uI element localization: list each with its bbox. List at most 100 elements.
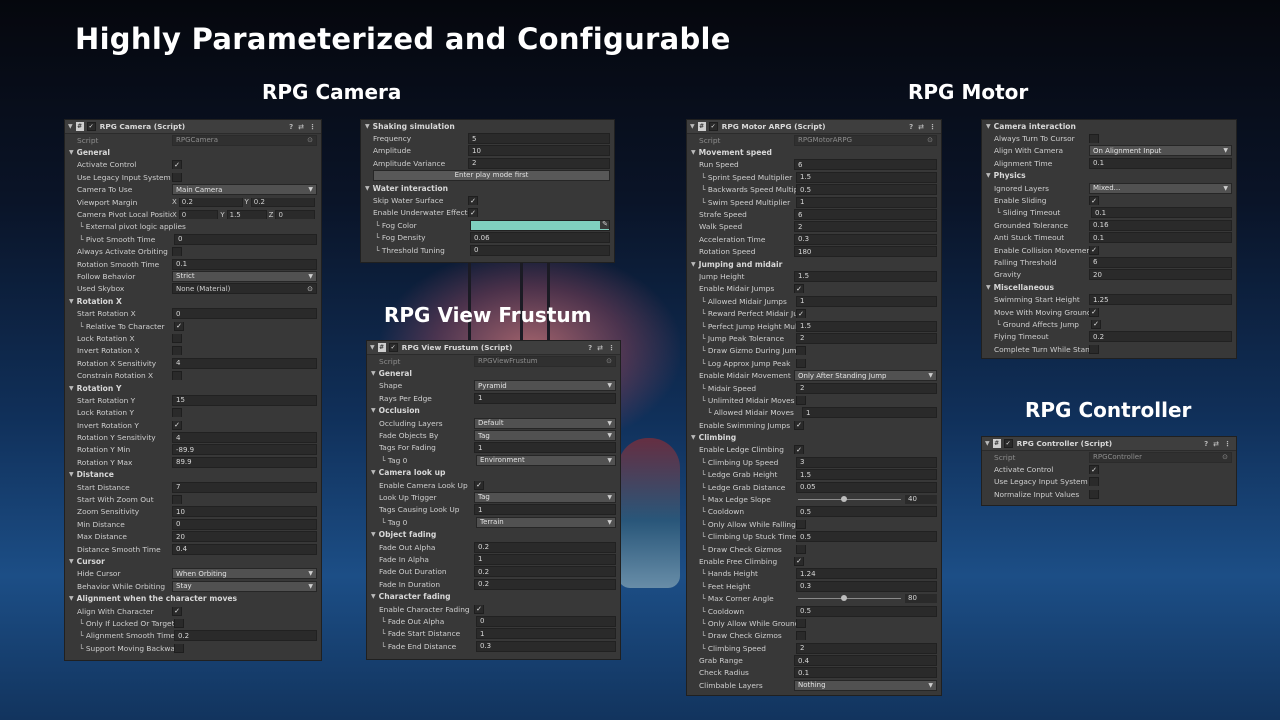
- min-distance-field[interactable]: 0: [172, 518, 317, 530]
- fade-in-alpha-field[interactable]: 1: [474, 553, 616, 565]
- align-with-camera-dropdown[interactable]: On Alignment Input ▼: [1089, 145, 1232, 157]
- foldout-group-cursor[interactable]: ▼ Cursor: [65, 555, 321, 567]
- behavior-while-orbiting-dropdown[interactable]: Stay ▼: [172, 580, 317, 592]
- climbing-up-stuck-time-field[interactable]: 0.5: [796, 531, 937, 543]
- foldout-group-physics[interactable]: ▼ Physics: [982, 170, 1236, 182]
- vector-input-y[interactable]: 1.5: [226, 210, 267, 220]
- enable-midair-movement-dropdown[interactable]: Only After Standing Jump ▼: [794, 370, 937, 382]
- foldout-group-water-interaction[interactable]: ▼ Water interaction: [361, 182, 614, 194]
- fade-in-duration-field[interactable]: 0.2: [474, 578, 616, 590]
- move-with-moving-ground-checkbox[interactable]: ✓: [1089, 307, 1099, 317]
- alignment-time-field[interactable]: 0.1: [1089, 157, 1232, 169]
- foldout-arrow-icon[interactable]: ▼: [69, 471, 74, 478]
- jump-peak-tolerance-field[interactable]: 2: [796, 332, 937, 344]
- foldout-group-alignment-when-the-character-moves[interactable]: ▼ Alignment when the character moves: [65, 592, 321, 604]
- only-allow-while-falling-checkbox[interactable]: [796, 519, 806, 529]
- threshold-tuning-field[interactable]: 0: [470, 244, 610, 256]
- camera-to-use-dropdown[interactable]: Main Camera ▼: [172, 184, 317, 196]
- start-rotation-x-field[interactable]: 0: [172, 308, 317, 320]
- alignment-smooth-time-field[interactable]: 0.2: [174, 630, 317, 642]
- only-allow-while-grounded-checkbox[interactable]: [796, 618, 806, 628]
- always-turn-to-cursor-checkbox[interactable]: [1089, 134, 1099, 144]
- foldout-arrow-icon[interactable]: ▼: [69, 149, 74, 156]
- foldout-group-character-fading[interactable]: ▼ Character fading: [367, 590, 620, 602]
- use-legacy-input-system-checkbox[interactable]: [172, 172, 182, 182]
- max-corner-angle-slider[interactable]: 80: [796, 594, 937, 604]
- walk-speed-field[interactable]: 2: [794, 221, 937, 233]
- acceleration-time-field[interactable]: 0.3: [794, 233, 937, 245]
- occluding-layers-dropdown[interactable]: Default ▼: [474, 417, 616, 429]
- settings-icon[interactable]: ⇄: [1213, 440, 1219, 448]
- foldout-arrow-icon[interactable]: ▼: [371, 531, 376, 538]
- tags-for-fading-field[interactable]: 1: [474, 442, 616, 454]
- foldout-group-climbing[interactable]: ▼ Climbing: [687, 431, 941, 443]
- help-icon[interactable]: ?: [909, 123, 913, 131]
- enable-collision-movement-checkbox[interactable]: ✓: [1089, 245, 1099, 255]
- ground-affects-jump-checkbox[interactable]: ✓: [1091, 319, 1101, 329]
- swimming-start-height-field[interactable]: 1.25: [1089, 294, 1232, 306]
- enable-character-fading-checkbox[interactable]: ✓: [474, 604, 484, 614]
- used-skybox-object-field[interactable]: None (Material) ⊙: [172, 283, 317, 295]
- tag-0-dropdown[interactable]: Terrain ▼: [476, 516, 616, 528]
- draw-gizmo-during-jump-checkbox[interactable]: [796, 346, 806, 356]
- object-picker-icon[interactable]: ⊙: [307, 285, 313, 293]
- ledge-grab-height-field[interactable]: 1.5: [796, 469, 937, 481]
- climbable-layers-dropdown[interactable]: Nothing ▼: [794, 679, 937, 691]
- enter-play-mode-button[interactable]: Enter play mode first: [373, 170, 610, 182]
- foldout-arrow-icon[interactable]: ▼: [371, 370, 376, 377]
- foldout-arrow-icon[interactable]: ▼: [986, 172, 991, 179]
- start-with-zoom-out-checkbox[interactable]: [172, 495, 182, 505]
- foldout-arrow-icon[interactable]: ▼: [690, 123, 695, 130]
- foldout-group-camera-interaction[interactable]: ▼ Camera interaction: [982, 120, 1236, 132]
- foldout-group-shaking-simulation[interactable]: ▼ Shaking simulation: [361, 120, 614, 132]
- settings-icon[interactable]: ⇄: [298, 123, 304, 131]
- pivot-smooth-time-field[interactable]: 0: [174, 233, 317, 245]
- enable-free-climbing-checkbox[interactable]: ✓: [794, 556, 804, 566]
- feet-height-field[interactable]: 0.3: [796, 580, 937, 592]
- more-icon[interactable]: ⋮: [1224, 440, 1231, 448]
- strafe-speed-field[interactable]: 6: [794, 209, 937, 221]
- frequency-field[interactable]: 5: [468, 133, 610, 145]
- vector-input-z[interactable]: 0: [275, 210, 315, 220]
- enable-swimming-jumps-checkbox[interactable]: ✓: [794, 420, 804, 430]
- grounded-tolerance-field[interactable]: 0.16: [1089, 219, 1232, 231]
- vector-input-x[interactable]: 0: [178, 210, 219, 220]
- relative-to-character-checkbox[interactable]: ✓: [174, 321, 184, 331]
- foldout-arrow-icon[interactable]: ▼: [371, 469, 376, 476]
- foldout-arrow-icon[interactable]: ▼: [371, 407, 376, 414]
- rotation-x-sensitivity-field[interactable]: 4: [172, 357, 317, 369]
- rotation-y-min-field[interactable]: -89.9: [172, 444, 317, 456]
- always-activate-orbiting-checkbox[interactable]: [172, 247, 182, 257]
- component-enabled-checkbox[interactable]: ✓: [86, 122, 96, 131]
- enable-sliding-checkbox[interactable]: ✓: [1089, 196, 1099, 206]
- vector-input-y[interactable]: 0.2: [250, 197, 315, 207]
- falling-threshold-field[interactable]: 6: [1089, 256, 1232, 268]
- check-radius-field[interactable]: 0.1: [794, 667, 937, 679]
- eyedropper-icon[interactable]: ✎: [600, 220, 609, 229]
- foldout-arrow-icon[interactable]: ▼: [691, 149, 696, 156]
- amplitude-variance-field[interactable]: 2: [468, 157, 610, 169]
- slider-knob[interactable]: [840, 496, 847, 503]
- complete-turn-while-standing-checkbox[interactable]: [1089, 344, 1099, 354]
- foldout-arrow-icon[interactable]: ▼: [371, 593, 376, 600]
- activate-control-checkbox[interactable]: ✓: [1089, 465, 1099, 475]
- midair-speed-field[interactable]: 2: [796, 382, 937, 394]
- draw-check-gizmos-checkbox[interactable]: [796, 544, 806, 554]
- more-icon[interactable]: ⋮: [608, 344, 615, 352]
- zoom-sensitivity-field[interactable]: 10: [172, 506, 317, 518]
- max-distance-field[interactable]: 20: [172, 531, 317, 543]
- swim-speed-multiplier-field[interactable]: 1: [796, 196, 937, 208]
- foldout-arrow-icon[interactable]: ▼: [69, 385, 74, 392]
- rotation-y-max-field[interactable]: 89.9: [172, 456, 317, 468]
- lock-rotation-y-checkbox[interactable]: [172, 408, 182, 418]
- only-if-locked-or-targeting-checkbox[interactable]: [174, 618, 184, 628]
- foldout-arrow-icon[interactable]: ▼: [365, 185, 370, 192]
- foldout-group-general[interactable]: ▼ General: [65, 146, 321, 158]
- help-icon[interactable]: ?: [1204, 440, 1208, 448]
- climbing-speed-field[interactable]: 2: [796, 642, 937, 654]
- allowed-midair-moves-field[interactable]: 1: [802, 407, 937, 419]
- fade-out-alpha-field[interactable]: 0: [476, 615, 616, 627]
- foldout-arrow-icon[interactable]: ▼: [986, 284, 991, 291]
- foldout-group-rotation-x[interactable]: ▼ Rotation X: [65, 295, 321, 307]
- look-up-trigger-dropdown[interactable]: Tag ▼: [474, 491, 616, 503]
